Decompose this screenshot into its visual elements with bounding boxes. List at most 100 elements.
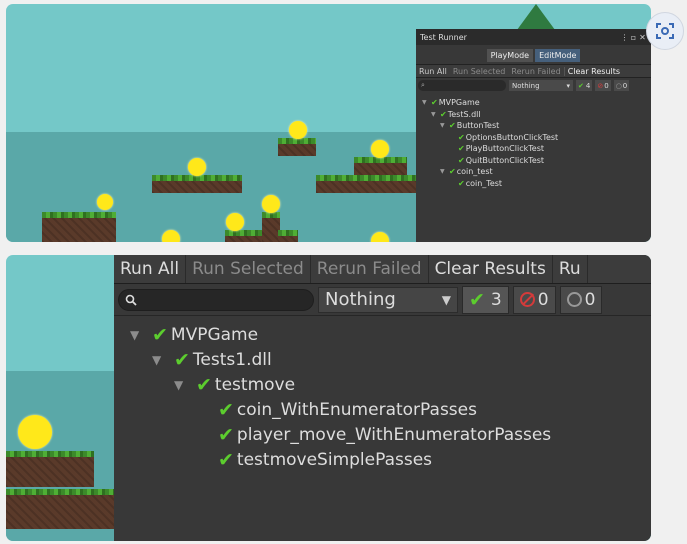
- maximize-icon[interactable]: ▫: [629, 33, 638, 42]
- expand-arrow-icon[interactable]: ▼: [130, 328, 152, 342]
- coin: [18, 415, 52, 449]
- platform: [6, 451, 94, 487]
- run-button-truncated[interactable]: Ru: [553, 255, 588, 283]
- run-all-button[interactable]: Run All: [114, 255, 187, 283]
- passed-filter[interactable]: ✔ 4: [576, 80, 593, 91]
- expand-arrow-icon[interactable]: ▼: [440, 122, 449, 129]
- category-dropdown[interactable]: Nothing ▼: [318, 286, 458, 313]
- coin: [289, 121, 307, 139]
- tree-node-label: QuitButtonClickTest: [465, 155, 545, 165]
- check-icon: ✔: [458, 144, 465, 154]
- check-icon: ✔: [440, 109, 447, 119]
- mode-tabs: PlayMode EditMode: [416, 47, 651, 64]
- ground-block: [42, 212, 116, 242]
- search-icon: [125, 294, 137, 306]
- tree-node-label: coin_WithEnumeratorPasses: [236, 399, 477, 420]
- skipped-filter[interactable]: 0: [559, 285, 603, 314]
- game-view-bottom: Run All Run Selected Rerun Failed Clear …: [6, 255, 651, 541]
- filter-bar: Nothing ▼ ✔ 3 0 0: [114, 284, 651, 316]
- check-icon: ✔: [449, 121, 456, 131]
- tree-node[interactable]: ✔ player_move_WithEnumeratorPasses: [130, 422, 651, 447]
- tree-node[interactable]: ▼ ✔ testmove: [130, 372, 651, 397]
- tree-node-label: MVPGame: [438, 98, 480, 108]
- scan-button[interactable]: [646, 12, 684, 50]
- tree-node[interactable]: ▼ ✔ Tests1.dll: [130, 347, 651, 372]
- dropdown-label: Nothing: [512, 81, 540, 90]
- coin: [262, 195, 280, 213]
- category-dropdown[interactable]: Nothing ▾: [509, 80, 573, 91]
- expand-arrow-icon[interactable]: ▼: [440, 168, 449, 175]
- skipped-filter[interactable]: ○ 0: [613, 80, 630, 91]
- tree-node-label: MVPGame: [170, 324, 259, 345]
- expand-arrow-icon[interactable]: ▼: [422, 99, 431, 106]
- failed-filter[interactable]: 0: [512, 285, 556, 314]
- run-selected-button[interactable]: Run Selected: [450, 67, 509, 76]
- rerun-failed-button[interactable]: Rerun Failed: [508, 67, 563, 76]
- tree-node-label: coin_test: [456, 167, 493, 177]
- expand-arrow-icon[interactable]: ▼: [431, 111, 440, 118]
- tree-node[interactable]: ▼ ✔ MVPGame: [422, 97, 651, 109]
- skip-icon: [566, 292, 582, 307]
- tree-node-label: TestS.dll: [447, 109, 481, 119]
- failed-filter[interactable]: ⊘ 0: [595, 80, 611, 91]
- search-icon: ⌕: [421, 81, 425, 89]
- window-title: Test Runner: [420, 32, 467, 42]
- check-icon: ✔: [458, 155, 465, 165]
- tree-node[interactable]: ✔ PlayButtonClickTest: [422, 143, 651, 155]
- tree-node[interactable]: ▼ ✔ coin_test: [422, 166, 651, 178]
- coin: [371, 140, 389, 158]
- clear-results-button[interactable]: Clear Results: [429, 255, 553, 283]
- expand-arrow-icon[interactable]: ▼: [152, 353, 174, 367]
- check-icon: ✔: [458, 178, 465, 188]
- ground-block: [6, 489, 114, 529]
- check-icon: ✔: [578, 81, 584, 90]
- coin: [162, 230, 180, 242]
- test-tree: ▼ ✔ MVPGame ▼ ✔ Tests1.dll ▼ ✔ testmove ✔ coin_Wit…: [114, 316, 651, 472]
- tab-editmode[interactable]: EditMode: [535, 49, 581, 62]
- player-sprite: [97, 194, 113, 210]
- check-icon: ✔: [469, 288, 485, 311]
- filter-bar: ⌕ Nothing ▾ ✔ 4 ⊘ 0 ○ 0: [416, 78, 651, 93]
- run-all-button[interactable]: Run All: [416, 67, 450, 76]
- coin: [188, 158, 206, 176]
- tree-node-label: testmoveSimplePasses: [236, 449, 433, 470]
- tree-node[interactable]: ✔ coin_WithEnumeratorPasses: [130, 397, 651, 422]
- toolbar: Run All Run Selected Rerun Failed Clear …: [416, 64, 651, 78]
- clear-results-button[interactable]: Clear Results: [563, 66, 623, 76]
- tree-node-label: PlayButtonClickTest: [465, 144, 544, 154]
- check-icon: ✔: [431, 98, 438, 108]
- tree-node[interactable]: ✔ coin_Test: [422, 178, 651, 190]
- passed-count: 4: [585, 81, 591, 90]
- expand-arrow-icon[interactable]: ▼: [174, 378, 196, 392]
- test-runner-window: Test Runner ⋮ ▫ ✕ PlayMode EditMode Run …: [416, 29, 651, 242]
- ground-block: [225, 230, 265, 242]
- chevron-down-icon: ▾: [566, 81, 570, 90]
- passed-count: 3: [490, 289, 502, 310]
- passed-filter[interactable]: ✔ 3: [462, 285, 509, 314]
- tree-node-label: player_move_WithEnumeratorPasses: [236, 424, 552, 445]
- test-tree: ▼ ✔ MVPGame ▼ ✔ TestS.dll ▼ ✔ ButtonTest ✔ Options…: [416, 93, 651, 189]
- dropdown-label: Nothing: [325, 289, 396, 310]
- rerun-failed-button[interactable]: Rerun Failed: [311, 255, 429, 283]
- tree-node[interactable]: ▼ ✔ ButtonTest: [422, 120, 651, 132]
- tab-playmode[interactable]: PlayMode: [486, 49, 534, 62]
- tree-node[interactable]: ▼ ✔ TestS.dll: [422, 109, 651, 121]
- menu-icon[interactable]: ⋮: [620, 33, 629, 42]
- run-selected-button[interactable]: Run Selected: [186, 255, 311, 283]
- fail-icon: [519, 292, 535, 307]
- game-view-top: Test Runner ⋮ ▫ ✕ PlayMode EditMode Run …: [6, 4, 651, 242]
- test-runner-window: Run All Run Selected Rerun Failed Clear …: [114, 255, 651, 541]
- search-input[interactable]: [118, 288, 314, 311]
- check-icon: ✔: [174, 348, 190, 371]
- platform: [278, 138, 316, 156]
- check-icon: ✔: [218, 398, 234, 421]
- tree-node[interactable]: ✔ QuitButtonClickTest: [422, 155, 651, 167]
- search-input[interactable]: ⌕: [418, 80, 506, 91]
- check-icon: ✔: [152, 323, 168, 346]
- skip-icon: ○: [615, 81, 622, 90]
- tree-node[interactable]: ▼ ✔ MVPGame: [130, 322, 651, 347]
- tree-node[interactable]: ✔ OptionsButtonClickTest: [422, 132, 651, 144]
- tree-node[interactable]: ✔ testmoveSimplePasses: [130, 447, 651, 472]
- tree-node-label: ButtonTest: [456, 121, 500, 131]
- check-icon: ✔: [449, 167, 456, 177]
